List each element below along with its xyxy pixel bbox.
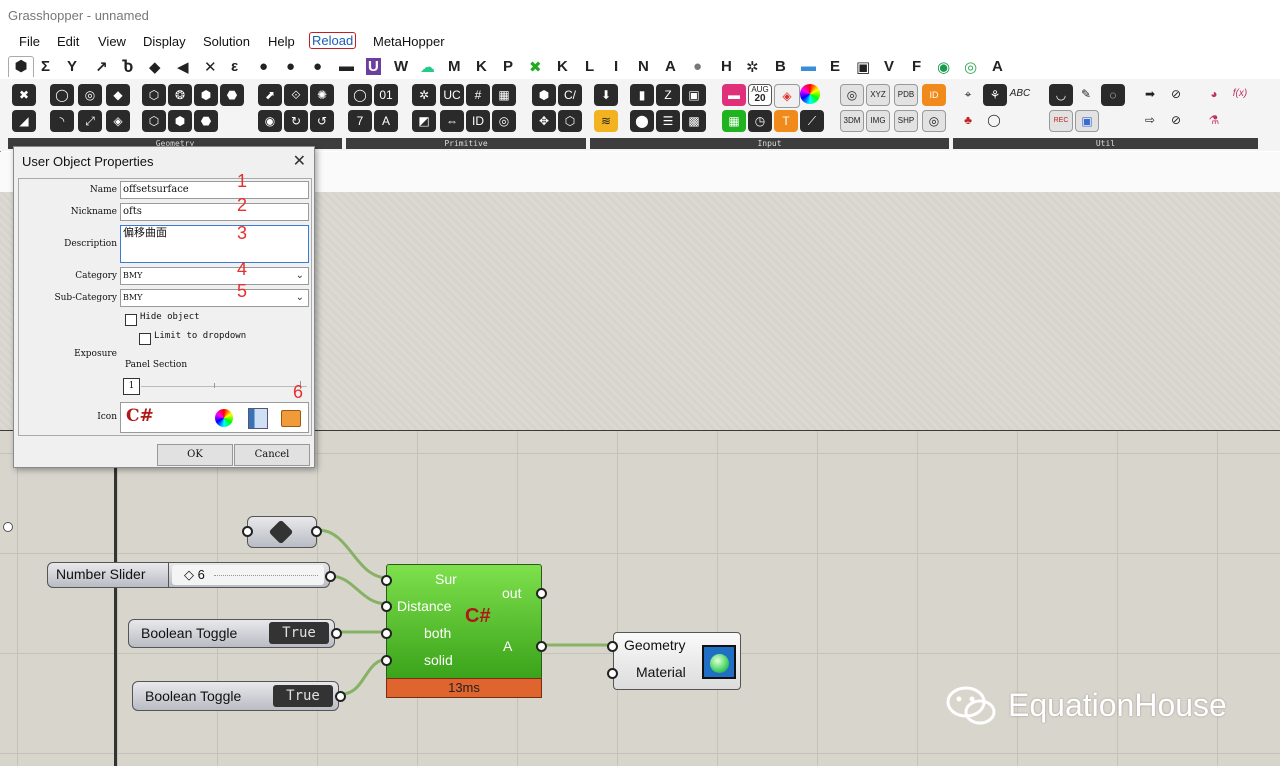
limit-dropdown-checkbox[interactable]: [139, 333, 151, 345]
subcategory-label: Sub-Category: [54, 293, 117, 303]
output-a-label: A: [503, 638, 513, 654]
wire-solid: [341, 657, 389, 696]
ok-button[interactable]: OK: [157, 444, 233, 466]
hide-object-checkbox[interactable]: [125, 314, 137, 326]
row-category: Category BMY ⌄ 4: [19, 259, 311, 288]
slider-tick-mid: [214, 383, 215, 388]
user-object-properties-dialog: User Object Properties ✕ Name offsetsurf…: [13, 146, 315, 468]
property-grid: Name offsetsurface 1 Nickname ofts 2 Des…: [18, 171, 312, 436]
annotation-4: 4: [237, 259, 248, 279]
boolean-toggle-2-label: Boolean Toggle: [145, 688, 242, 704]
number-slider-value: ◇ 6: [184, 567, 205, 582]
input-sur-label: Sur: [435, 571, 457, 587]
geometry-param-node[interactable]: [247, 516, 317, 548]
panel-section-label: Panel Section: [125, 360, 188, 370]
hide-object-label: Hide object: [140, 312, 200, 322]
image-browse-icon[interactable]: [248, 408, 268, 429]
watermark: EquationHouse: [942, 682, 1262, 732]
nickname-field[interactable]: ofts: [120, 203, 309, 221]
boolean-toggle-1-output-port[interactable]: [331, 628, 342, 639]
annotation-1: 1: [237, 171, 248, 191]
limit-dropdown-label: Limit to dropdown: [154, 331, 247, 341]
number-slider-ticks: [214, 575, 318, 576]
number-slider-node[interactable]: Number Slider ◇ 6: [47, 562, 330, 588]
boolean-toggle-1-value[interactable]: True: [269, 622, 329, 644]
row-nickname: Nickname ofts 2: [19, 195, 311, 224]
geometry-param-output-port[interactable]: [311, 526, 322, 537]
boolean-toggle-node-1[interactable]: Boolean Toggle True: [128, 619, 335, 648]
wechat-icon: [946, 686, 996, 725]
annotation-2: 2: [237, 195, 248, 215]
category-chevron-down-icon[interactable]: ⌄: [296, 268, 304, 284]
name-field[interactable]: offsetsurface: [120, 181, 309, 199]
csharp-icon-preview: C#: [126, 406, 154, 426]
input-both-port[interactable]: [381, 628, 392, 639]
preview-material-label: Material: [636, 664, 686, 680]
preview-display-icon: [702, 645, 736, 679]
geometry-hex-icon: [268, 519, 294, 545]
preview-sphere-icon: [710, 654, 729, 673]
category-label: Category: [75, 271, 117, 281]
row-name: Name offsetsurface 1: [19, 171, 311, 202]
icon-label: Icon: [97, 412, 117, 422]
row-exposure: Exposure Hide object Limit to dropdown P…: [19, 309, 311, 402]
folder-open-icon[interactable]: [281, 410, 301, 427]
exposure-label: Exposure: [74, 349, 117, 359]
dialog-close-button[interactable]: ✕: [293, 151, 306, 171]
output-out-label: out: [502, 585, 522, 601]
boolean-toggle-node-2[interactable]: Boolean Toggle True: [132, 681, 339, 711]
preview-geometry-label: Geometry: [624, 637, 686, 653]
csharp-script-component[interactable]: Sur Distance both solid out A C#: [386, 564, 542, 680]
wire-distance: [329, 574, 389, 606]
boolean-toggle-2-value[interactable]: True: [273, 685, 333, 707]
panel-section-slider-track[interactable]: [141, 386, 307, 387]
number-slider-track[interactable]: ◇ 6: [172, 565, 324, 585]
window-resize-handle[interactable]: [3, 522, 13, 532]
geometry-param-input-port[interactable]: [242, 526, 253, 537]
category-dropdown[interactable]: BMY ⌄: [120, 267, 309, 285]
category-value: BMY: [123, 271, 143, 280]
name-label: Name: [89, 185, 117, 195]
row-description: Description 偏移曲面 3: [19, 223, 311, 266]
row-subcategory: Sub-Category BMY ⌄ 5: [19, 281, 311, 310]
cancel-button[interactable]: Cancel: [234, 444, 310, 466]
input-solid-label: solid: [424, 652, 453, 668]
panel-section-value[interactable]: 1: [123, 378, 140, 395]
row-icon: Icon C#: [19, 399, 311, 435]
csharp-icon: C#: [465, 605, 491, 627]
dialog-title: User Object Properties: [22, 154, 154, 169]
subcategory-dropdown[interactable]: BMY ⌄: [120, 289, 309, 307]
input-sur-port[interactable]: [381, 575, 392, 586]
number-slider-label: Number Slider: [56, 566, 146, 582]
number-slider-output-port[interactable]: [325, 571, 336, 582]
input-both-label: both: [424, 625, 452, 641]
number-slider-label-box: Number Slider: [48, 563, 169, 587]
annotation-5: 5: [237, 281, 248, 301]
color-wheel-icon[interactable]: [215, 409, 233, 427]
input-distance-port[interactable]: [381, 601, 392, 612]
output-out-port[interactable]: [536, 588, 547, 599]
input-solid-port[interactable]: [381, 655, 392, 666]
boolean-toggle-1-label: Boolean Toggle: [141, 625, 238, 641]
annotation-3: 3: [237, 223, 248, 243]
description-label: Description: [64, 239, 117, 249]
icon-field: C#: [120, 402, 309, 433]
preview-geometry-port[interactable]: [607, 641, 618, 652]
boolean-toggle-2-output-port[interactable]: [335, 691, 346, 702]
output-a-port[interactable]: [536, 641, 547, 652]
profiler-timer: 13ms: [386, 678, 542, 698]
nickname-label: Nickname: [70, 207, 117, 217]
description-field[interactable]: 偏移曲面: [120, 225, 309, 263]
input-distance-label: Distance: [397, 598, 452, 614]
preview-material-port[interactable]: [607, 668, 618, 679]
subcategory-value: BMY: [123, 293, 143, 302]
subcategory-chevron-down-icon[interactable]: ⌄: [296, 290, 304, 306]
watermark-text: EquationHouse: [1008, 687, 1227, 723]
custom-preview-component[interactable]: Geometry Material: [613, 632, 741, 690]
